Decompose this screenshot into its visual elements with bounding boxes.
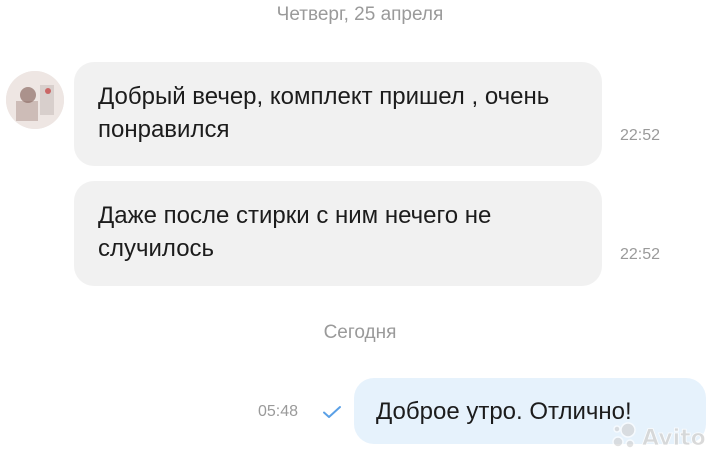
check-icon [323, 406, 341, 418]
chat-thread: Четверг, 25 апреля Добрый вечер, комплек… [0, 0, 720, 462]
avatar-image [6, 71, 64, 129]
message-bubble-incoming[interactable]: Добрый вечер, комплект пришел , очень по… [74, 62, 602, 166]
message-text: Даже после стирки с ним нечего не случил… [98, 202, 492, 262]
message-time: 22:52 [620, 127, 661, 144]
message-time: 05:48 [258, 403, 299, 420]
svg-text:Avito: Avito [642, 426, 706, 451]
avito-logo: Avito [612, 422, 706, 451]
avatar[interactable] [6, 71, 64, 129]
date-separator-previous: Четверг, 25 апреля [276, 4, 444, 25]
message-text: Добрый вечер, комплект пришел , очень по… [98, 83, 550, 143]
date-separator-today: Сегодня [323, 322, 397, 343]
message-time: 22:52 [620, 246, 661, 263]
message-bubble-incoming[interactable]: Даже после стирки с ним нечего не случил… [74, 181, 602, 286]
